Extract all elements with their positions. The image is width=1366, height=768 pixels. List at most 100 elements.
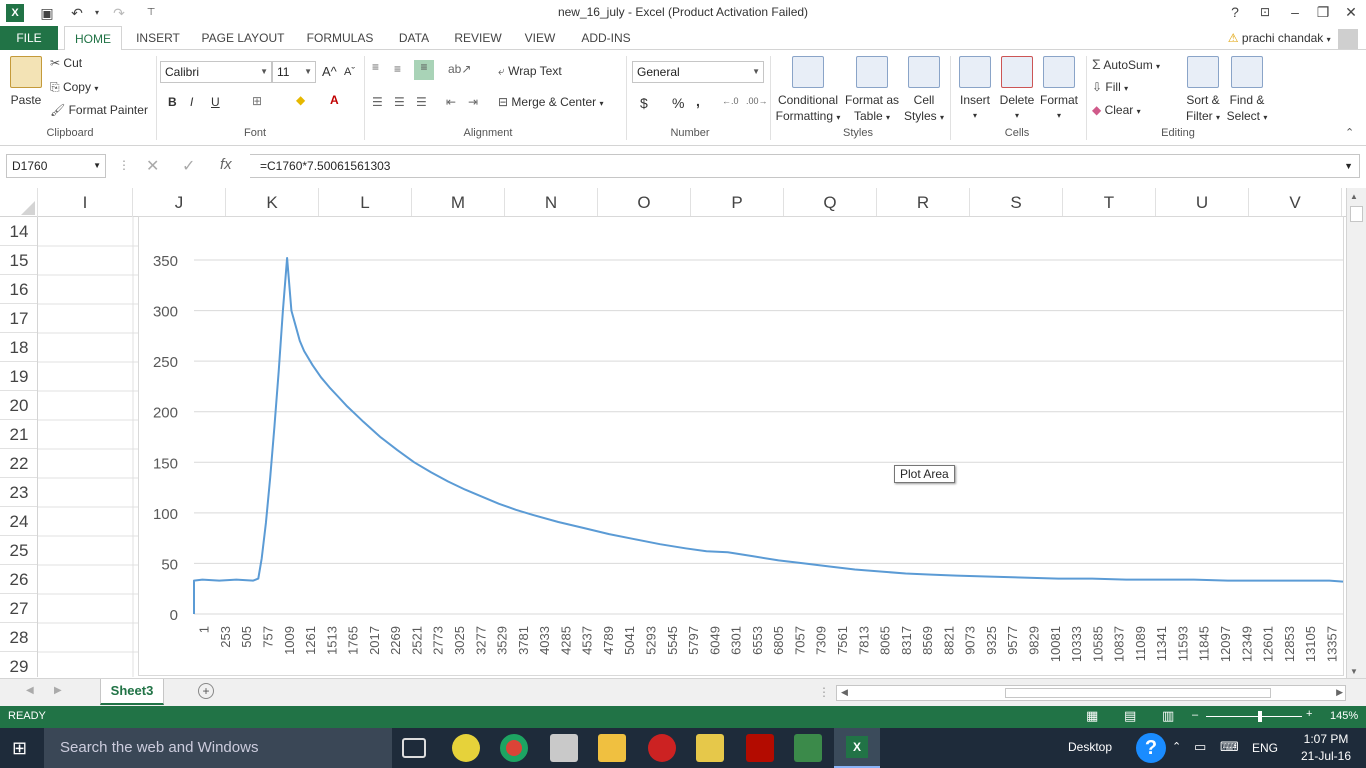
delete-cells-button[interactable]: Delete ▾: [996, 56, 1038, 124]
borders-icon[interactable]: ⊞: [252, 94, 262, 108]
currency-button[interactable]: $: [640, 95, 648, 111]
row-header-25[interactable]: 25: [0, 536, 37, 565]
cancel-icon[interactable]: ✕: [146, 156, 159, 176]
minimize-button[interactable]: –: [1280, 0, 1310, 26]
taskbar-search-box[interactable]: Search the web and Windows: [44, 728, 392, 768]
autosum-button[interactable]: Σ AutoSum ▾: [1092, 56, 1160, 72]
prev-sheet-icon[interactable]: ◀: [26, 685, 34, 696]
expand-formula-bar-icon[interactable]: ▼: [1344, 155, 1353, 177]
column-header-v[interactable]: V: [1249, 188, 1342, 217]
vertical-scrollbar[interactable]: ▲ ▼: [1346, 188, 1366, 678]
column-header-q[interactable]: Q: [784, 188, 877, 217]
select-all-corner[interactable]: [0, 188, 38, 217]
sort-filter-button[interactable]: Sort & Filter ▾: [1180, 56, 1226, 126]
formula-bar-options-icon[interactable]: ⋮: [118, 158, 130, 172]
decrease-decimal-icon[interactable]: .00→: [746, 96, 768, 106]
row-header-15[interactable]: 15: [0, 246, 37, 275]
user-account[interactable]: ⚠ prachi chandak ▾: [1228, 26, 1358, 50]
language-indicator[interactable]: ENG: [1252, 741, 1278, 755]
name-box[interactable]: D1760 ▼: [6, 154, 106, 178]
new-sheet-icon[interactable]: +: [198, 683, 214, 699]
scroll-left-icon[interactable]: ◀: [841, 687, 848, 698]
horizontal-scrollbar[interactable]: ◀ ▶: [836, 685, 1346, 701]
italic-button[interactable]: I: [190, 95, 193, 109]
increase-indent-icon[interactable]: ⇥: [468, 95, 478, 109]
tab-page-layout[interactable]: PAGE LAYOUT: [198, 26, 288, 50]
comma-button[interactable]: ,: [696, 93, 700, 109]
tab-home[interactable]: HOME: [64, 26, 122, 51]
align-left-icon[interactable]: ☰: [372, 95, 383, 109]
font-size-select[interactable]: 11 ▼: [272, 61, 316, 83]
tab-review[interactable]: REVIEW: [450, 26, 506, 50]
shrink-font-button[interactable]: Aˇ: [344, 66, 355, 78]
chrome-icon[interactable]: [500, 734, 528, 762]
align-bottom-icon[interactable]: ≡: [414, 60, 434, 80]
task-view-icon[interactable]: [402, 738, 426, 758]
clock-date[interactable]: 21-Jul-16: [1296, 749, 1356, 763]
app-icon-a[interactable]: [452, 734, 480, 762]
cell-styles-button[interactable]: Cell Styles ▾: [902, 56, 946, 126]
row-header-21[interactable]: 21: [0, 420, 37, 449]
insert-function-button[interactable]: fx: [220, 156, 232, 173]
scroll-right-icon[interactable]: ▶: [1336, 687, 1343, 698]
row-header-17[interactable]: 17: [0, 304, 37, 333]
insert-cells-button[interactable]: Insert ▾: [954, 56, 996, 124]
next-sheet-icon[interactable]: ▶: [54, 685, 62, 696]
row-header-28[interactable]: 28: [0, 623, 37, 652]
ribbon-display-options-icon[interactable]: ⊡: [1250, 0, 1280, 26]
line-chart[interactable]: 0 50 100 150 200 250 300 350 1 253 505 757 1009 1261 1…: [138, 216, 1344, 676]
row-header-18[interactable]: 18: [0, 333, 37, 362]
underline-button[interactable]: U: [211, 95, 220, 109]
tab-file[interactable]: FILE: [0, 26, 58, 50]
column-header-r[interactable]: R: [877, 188, 970, 217]
column-header-k[interactable]: K: [226, 188, 319, 217]
acrobat-icon[interactable]: [746, 734, 774, 762]
format-cells-button[interactable]: Format ▾: [1038, 56, 1080, 124]
align-right-icon[interactable]: ☰: [416, 95, 427, 109]
align-center-icon[interactable]: ☰: [394, 95, 405, 109]
excel-taskbar-button[interactable]: X: [834, 728, 880, 768]
row-header-23[interactable]: 23: [0, 478, 37, 507]
column-header-m[interactable]: M: [412, 188, 505, 217]
app-icon-d[interactable]: [794, 734, 822, 762]
tab-add-ins[interactable]: ADD-INS: [574, 26, 638, 50]
paste-button[interactable]: Paste: [6, 56, 46, 108]
zoom-slider[interactable]: [1206, 716, 1302, 717]
app-icon-b[interactable]: [550, 734, 578, 762]
decrease-indent-icon[interactable]: ⇤: [446, 95, 456, 109]
sheet-tab-sheet3[interactable]: Sheet3: [100, 679, 164, 705]
increase-decimal-icon[interactable]: ←.0: [722, 96, 739, 106]
row-header-27[interactable]: 27: [0, 594, 37, 623]
percent-button[interactable]: %: [672, 95, 684, 111]
cut-button[interactable]: ✂ Cut: [50, 56, 82, 70]
scroll-up-icon[interactable]: ▲: [1350, 192, 1358, 201]
row-header-22[interactable]: 22: [0, 449, 37, 478]
app-icon-c[interactable]: [648, 734, 676, 762]
scroll-down-icon[interactable]: ▼: [1350, 667, 1358, 676]
tab-formulas[interactable]: FORMULAS: [302, 26, 378, 50]
row-header-24[interactable]: 24: [0, 507, 37, 536]
align-middle-icon[interactable]: ≡: [394, 62, 401, 76]
horizontal-scroll-thumb[interactable]: [1005, 688, 1271, 698]
vertical-scroll-thumb[interactable]: [1350, 206, 1363, 222]
wrap-text-button[interactable]: ⤶ Wrap Text: [498, 64, 562, 79]
font-color-icon[interactable]: A: [330, 93, 339, 107]
tab-view[interactable]: VIEW: [518, 26, 562, 50]
row-header-16[interactable]: 16: [0, 275, 37, 304]
align-top-icon[interactable]: ≡: [372, 60, 379, 74]
formula-input[interactable]: =C1760*7.50061561303 ▼: [250, 154, 1360, 178]
column-header-n[interactable]: N: [505, 188, 598, 217]
row-header-26[interactable]: 26: [0, 565, 37, 594]
format-as-table-button[interactable]: Format as Table ▾: [842, 56, 902, 126]
close-button[interactable]: ✕: [1336, 0, 1366, 26]
column-header-o[interactable]: O: [598, 188, 691, 217]
fill-color-icon[interactable]: ◆: [296, 93, 305, 107]
number-format-select[interactable]: General ▼: [632, 61, 764, 83]
column-header-s[interactable]: S: [970, 188, 1063, 217]
bold-button[interactable]: B: [168, 95, 177, 109]
column-header-t[interactable]: T: [1063, 188, 1156, 217]
column-header-p[interactable]: P: [691, 188, 784, 217]
row-header-19[interactable]: 19: [0, 362, 37, 391]
grow-font-button[interactable]: A^: [322, 64, 337, 79]
format-painter-button[interactable]: 🖌 Format Painter: [50, 103, 148, 117]
